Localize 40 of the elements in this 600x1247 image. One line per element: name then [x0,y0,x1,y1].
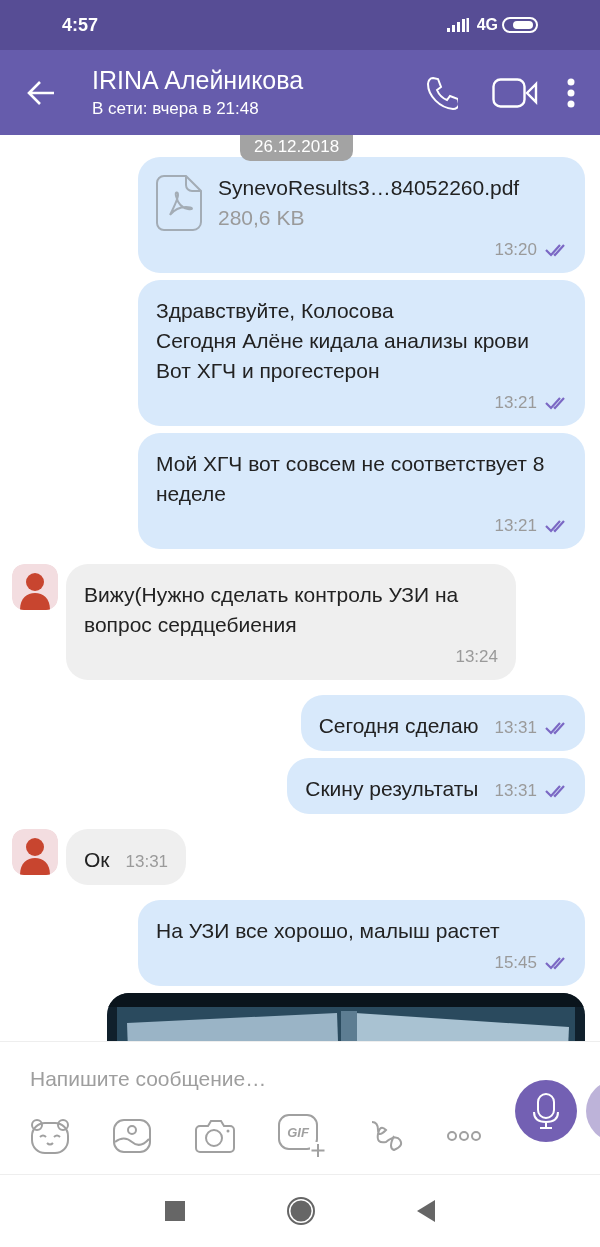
file-name: SynevoResults3…84052260.pdf [218,175,520,201]
message-time: 13:31 [494,780,537,802]
bear-face-icon[interactable] [30,1118,70,1154]
message-text: На УЗИ все хорошо, малыш растет [156,918,500,944]
last-seen-status: В сети: вчера в 21:48 [92,99,260,119]
microphone-icon [533,1093,559,1129]
image-icon[interactable] [112,1118,152,1154]
pdf-file-icon [156,175,202,231]
message-time: 13:21 [494,392,537,414]
back-triangle-icon[interactable] [417,1200,435,1222]
message-time: 13:31 [125,851,169,873]
more-options-icon[interactable] [566,77,576,108]
more-icon[interactable] [446,1130,482,1142]
file-message-bubble[interactable]: SynevoResults3…84052260.pdf 280,6 KB 13:20 [138,157,585,273]
message-time: 13:20 [494,239,537,261]
message-time: 13:21 [494,515,537,537]
file-size: 280,6 KB [218,205,306,231]
phone-icon[interactable] [426,75,458,110]
network-type: 4G [476,16,498,34]
status-time: 4:57 [62,14,99,36]
back-arrow-icon[interactable] [26,79,56,106]
message-time: 13:31 [494,717,537,739]
date-label: 26.12.2018 [240,135,354,161]
message-text: Мой ХГЧ вот совсем не соответствует 8 неделе [156,451,546,507]
message-time: 15:45 [494,952,537,974]
message-time: 13:24 [455,646,498,668]
video-camera-icon[interactable] [492,77,538,108]
avatar [12,829,58,875]
message-text: Ок [84,847,110,873]
contact-name: IRINA Алейникова [92,66,305,95]
message-text: Вижу(Нужно сделать контроль УЗИ на вопрос сердцебиения [84,582,460,638]
message-input-field[interactable]: Напишите сообщение… [30,1062,470,1096]
message-text: Скину результаты [305,776,479,802]
signal-icon [446,18,469,32]
home-circle-icon[interactable] [287,1197,315,1225]
message-text: Сегодня сделаю [318,713,479,739]
camera-icon[interactable] [194,1118,236,1154]
avatar [12,564,58,610]
battery-icon [502,17,538,33]
message-text: Здравствуйте, Колосова Сегодня Алёне кидала анализы крови Вот ХГЧ и прогестерон [156,298,529,384]
